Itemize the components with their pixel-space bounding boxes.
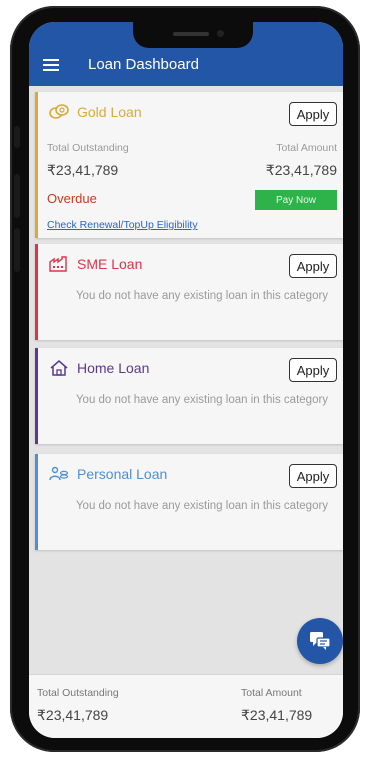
- speaker: [173, 32, 209, 36]
- summary-footer: Total Outstanding Total Amount ₹23,41,78…: [29, 674, 343, 738]
- home-loan-card: Home Loan Apply You do not have any exis…: [35, 348, 343, 444]
- pay-now-button[interactable]: Pay Now: [255, 190, 337, 210]
- sme-loan-header: SME Loan: [49, 256, 142, 272]
- gold-loan-card: Gold Loan Apply Total Outstanding Total …: [35, 92, 343, 238]
- personal-loan-accent-bar: [35, 454, 38, 550]
- gold-total-outstanding-label: Total Outstanding: [47, 142, 129, 154]
- home-loan-header: Home Loan: [49, 360, 149, 376]
- chat-icon: [310, 632, 331, 650]
- person-coins-icon: [49, 466, 69, 481]
- sme-loan-accent-bar: [35, 244, 38, 340]
- gold-total-amount-label: Total Amount: [276, 142, 337, 154]
- personal-loan-header: Personal Loan: [49, 466, 167, 482]
- sme-loan-card: SME Loan Apply You do not have any exist…: [35, 244, 343, 340]
- home-loan-empty-message: You do not have any existing loan in thi…: [75, 394, 329, 406]
- volume-down-button: [14, 228, 20, 272]
- gold-loan-header: Gold Loan: [49, 104, 142, 120]
- footer-total-amount-label: Total Amount: [241, 687, 302, 699]
- footer-total-outstanding-label: Total Outstanding: [37, 687, 119, 699]
- gold-loan-title: Gold Loan: [77, 104, 142, 120]
- home-loan-title: Home Loan: [77, 360, 150, 376]
- hamburger-menu-icon[interactable]: [43, 59, 59, 71]
- sme-loan-apply-button[interactable]: Apply: [289, 254, 337, 278]
- volume-up-button: [14, 174, 20, 218]
- gold-loan-apply-button[interactable]: Apply: [289, 102, 337, 126]
- chat-fab-button[interactable]: [297, 618, 343, 664]
- screen: Loan Dashboard Gold Loan Apply Total Out…: [29, 22, 343, 738]
- gold-total-outstanding-value: ₹23,41,789: [47, 162, 119, 178]
- personal-loan-card: Personal Loan Apply You do not have any …: [35, 454, 343, 550]
- footer-total-outstanding-value: ₹23,41,789: [37, 707, 109, 723]
- phone-frame: Loan Dashboard Gold Loan Apply Total Out…: [10, 6, 360, 752]
- personal-loan-empty-message: You do not have any existing loan in thi…: [75, 500, 329, 512]
- gold-total-amount-value: ₹23,41,789: [265, 162, 337, 178]
- house-icon: [50, 360, 68, 376]
- footer-total-amount-value: ₹23,41,789: [241, 707, 313, 723]
- sme-loan-empty-message: You do not have any existing loan in thi…: [75, 290, 329, 302]
- personal-loan-title: Personal Loan: [77, 466, 168, 482]
- home-loan-accent-bar: [35, 348, 38, 444]
- check-renewal-link[interactable]: Check Renewal/TopUp Eligibility: [47, 219, 198, 231]
- home-loan-apply-button[interactable]: Apply: [289, 358, 337, 382]
- front-camera: [217, 30, 224, 37]
- sme-loan-title: SME Loan: [77, 256, 143, 272]
- notch: [133, 22, 253, 48]
- gold-loan-accent-bar: [35, 92, 38, 238]
- mute-switch: [14, 126, 20, 148]
- overdue-status: Overdue: [47, 191, 97, 206]
- page-title: Loan Dashboard: [88, 56, 199, 73]
- factory-icon: [49, 256, 67, 272]
- personal-loan-apply-button[interactable]: Apply: [289, 464, 337, 488]
- coins-icon: [49, 104, 69, 119]
